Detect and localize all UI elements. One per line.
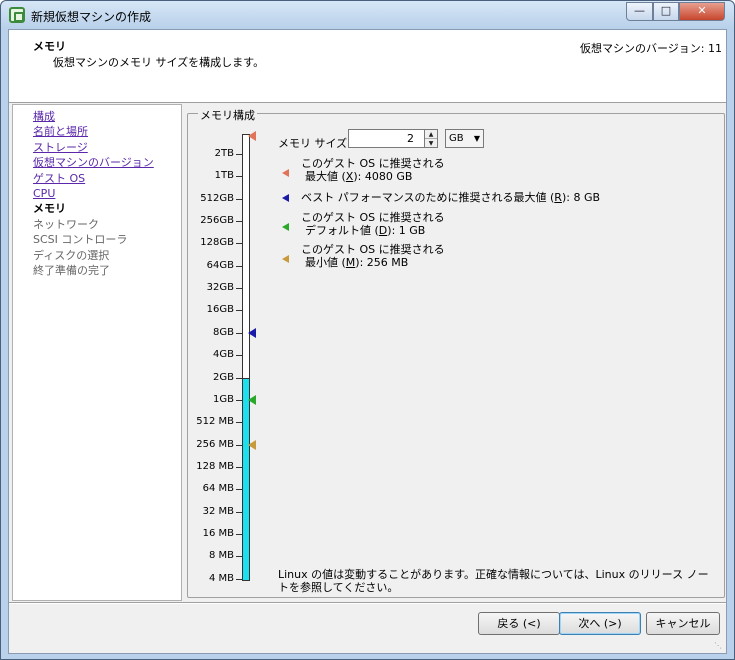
maximize-button[interactable]: □ [653, 2, 679, 21]
scale-label: 1TB [214, 170, 234, 182]
window-title: 新規仮想マシンの作成 [31, 10, 152, 24]
scale-label: 512 MB [196, 416, 234, 428]
scale-label: 4 MB [208, 572, 234, 584]
memory-config-group: メモリ構成 2TB 1TB 512GB 256GB 128GB 64GB 32GB 16GB 8… [187, 107, 725, 598]
nav-step-item: メモリ [33, 202, 66, 216]
scale-label: 16GB [206, 304, 234, 316]
legend-line-1: このゲスト OS に推奨される [301, 157, 445, 170]
default-marker-icon[interactable] [248, 394, 256, 405]
scale-label: 1GB [213, 393, 234, 405]
nav-step-item[interactable]: 仮想マシンのバージョン [33, 156, 154, 170]
memory-scale-fill[interactable] [242, 377, 250, 581]
max-marker-icon[interactable] [248, 131, 256, 141]
memory-config-title: メモリ構成 [198, 107, 257, 123]
resize-grip-icon[interactable]: ⋱ [714, 641, 724, 651]
legend-marker-icon [282, 223, 289, 231]
memory-size-label: メモリ サイズ: [278, 137, 351, 150]
scale-label: 256 MB [196, 438, 234, 450]
scale-label: 256GB [200, 215, 234, 227]
back-button[interactable]: 戻る (<) [478, 612, 560, 635]
scale-label: 64 MB [202, 483, 234, 495]
legend-entry: このゲスト OS に推奨される 最大値 (X): 4080 GB [301, 157, 445, 183]
page-description: 仮想マシンのメモリ サイズを構成します。 [53, 56, 265, 69]
vm-version-label: 仮想マシンのバージョン: 11 [580, 42, 722, 55]
nav-step-item: ディスクの選択 [33, 248, 110, 262]
memory-unit-select[interactable]: GB ▼ [445, 129, 484, 148]
nav-step-item[interactable]: 構成 [33, 110, 55, 124]
nav-step-item[interactable]: ゲスト OS [33, 172, 85, 186]
wizard-footer: 戻る (<) 次へ (>) キャンセル [9, 602, 726, 654]
memory-size-spinner[interactable]: ▲ ▼ [425, 129, 438, 148]
legend-line-1: このゲスト OS に推奨される [301, 243, 445, 256]
legend-entry: ベスト パフォーマンスのために推奨される最大値 (R): 8 GB [301, 191, 600, 204]
next-button[interactable]: 次へ (>) [559, 612, 641, 635]
scale-label: 32 MB [202, 505, 234, 517]
scale-label: 2TB [214, 148, 234, 159]
legend-line-2: デフォルト値 (D): 1 GB [305, 224, 426, 237]
legend-marker-icon [282, 255, 289, 263]
legend-entry: このゲスト OS に推奨される デフォルト値 (D): 1 GB [301, 211, 445, 237]
scale-label: 8 MB [208, 550, 234, 562]
scale-label: 64GB [206, 259, 234, 271]
page-header: メモリ 仮想マシンのメモリ サイズを構成します。 仮想マシンのバージョン: 11 [9, 30, 726, 103]
nav-step-item: SCSI コントローラ [33, 233, 128, 247]
close-button[interactable]: ✕ [679, 2, 725, 21]
memory-unit-value: GB [449, 133, 464, 144]
spin-up-icon[interactable]: ▲ [425, 130, 437, 139]
legend-entry: このゲスト OS に推奨される 最小値 (M): 256 MB [301, 243, 445, 269]
memory-scale-track[interactable] [242, 134, 250, 378]
nav-step-item[interactable]: ストレージ [33, 141, 88, 155]
scale-label: 512GB [200, 192, 234, 204]
cancel-button[interactable]: キャンセル [646, 612, 720, 635]
legend-line-2: ベスト パフォーマンスのために推奨される最大値 (R): 8 GB [301, 191, 601, 204]
scale-label: 16 MB [202, 527, 234, 539]
memory-config-panel: メモリ構成 2TB 1TB 512GB 256GB 128GB 64GB 32GB 16GB 8… [183, 104, 725, 601]
chevron-down-icon: ▼ [473, 134, 480, 143]
min-marker-icon[interactable] [248, 439, 256, 450]
best-max-marker-icon[interactable] [248, 327, 256, 338]
wizard-client: メモリ 仮想マシンのメモリ サイズを構成します。 仮想マシンのバージョン: 11… [8, 29, 727, 654]
memory-size-input[interactable]: 2 [348, 129, 425, 148]
nav-step-item[interactable]: CPU [33, 187, 55, 201]
nav-step-item: 終了準備の完了 [33, 264, 110, 277]
scale-label: 4GB [213, 349, 234, 361]
scale-label: 32GB [206, 282, 234, 294]
legend-marker-icon [282, 169, 289, 177]
legend-line-1: このゲスト OS に推奨される [301, 211, 445, 224]
wizard-steps-nav: 構成 名前と場所ストレージ 仮想マシンのバージョン ゲスト OS CPU メモリ ネットワー… [12, 104, 182, 601]
scale-label: 128GB [200, 237, 234, 249]
legend-marker-icon [282, 194, 289, 202]
minimize-button[interactable]: — [626, 2, 653, 21]
nav-step-item[interactable]: 名前と場所 [33, 125, 88, 139]
scale-label: 2GB [213, 371, 234, 383]
scale-label: 128 MB [196, 460, 234, 472]
nav-step-item: ネットワーク [33, 217, 99, 231]
title-bar[interactable]: 新規仮想マシンの作成 — □ ✕ [1, 1, 734, 29]
wizard-window: 新規仮想マシンの作成 — □ ✕ メモリ 仮想マシンのメモリ サイズを構成します… [0, 0, 735, 660]
spin-down-icon[interactable]: ▼ [425, 139, 437, 148]
linux-note: Linux の値は変動することがあります。正確な情報については、Linux のリ… [278, 568, 709, 594]
legend-line-2: 最大値 (X): 4080 GB [305, 170, 413, 183]
legend-line-2: 最小値 (M): 256 MB [305, 256, 409, 269]
vm-app-icon [9, 7, 25, 23]
scale-label: 8GB [213, 326, 234, 338]
page-title: メモリ [33, 40, 66, 53]
